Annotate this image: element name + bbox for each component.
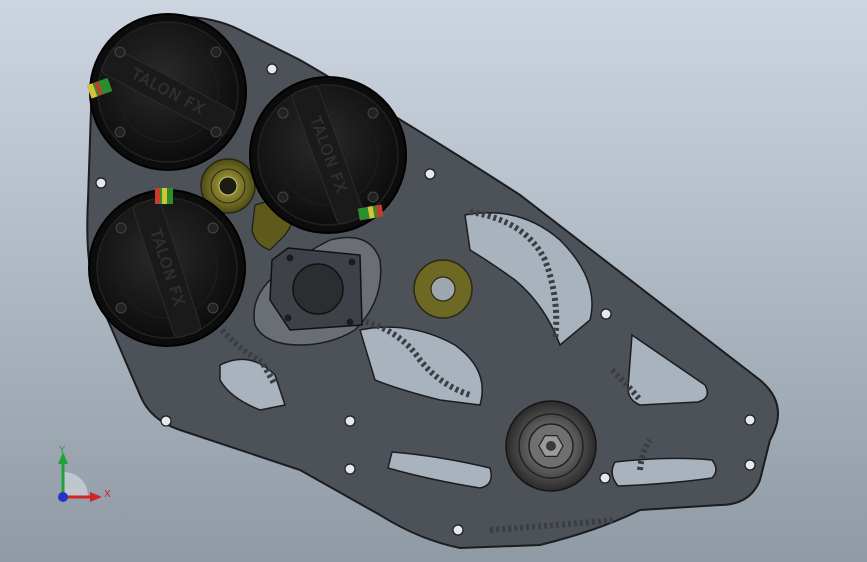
bolt-hole: [424, 168, 436, 180]
bearing-assembly[interactable]: [505, 400, 597, 492]
hub-screw: [346, 318, 354, 326]
bolt-hole: [599, 472, 611, 484]
bolt-hole: [452, 524, 464, 536]
bushing-center[interactable]: [413, 259, 473, 319]
cad-scene: TALON FX TALON FX TALON FX Y X: [0, 0, 867, 562]
bolt-hole: [744, 459, 756, 471]
bolt-hole: [744, 414, 756, 426]
hub-bore: [292, 263, 344, 315]
hub-screw: [284, 314, 292, 322]
bolt-hole: [266, 63, 278, 75]
hub-screw: [348, 258, 356, 266]
bolt-hole: [344, 415, 356, 427]
z-axis-dot: [58, 492, 68, 502]
bolt-hole: [600, 308, 612, 320]
hub-screw: [286, 254, 294, 262]
bolt-hole: [344, 463, 356, 475]
talon-motor-top-right[interactable]: TALON FX: [249, 76, 407, 234]
cad-viewport[interactable]: TALON FX TALON FX TALON FX Y X: [0, 0, 867, 562]
y-axis-label: Y: [58, 445, 66, 456]
bolt-hole: [160, 415, 172, 427]
x-axis-label: X: [104, 489, 111, 500]
bolt-hole: [95, 177, 107, 189]
talon-motor-bottom-left[interactable]: TALON FX: [88, 188, 246, 347]
